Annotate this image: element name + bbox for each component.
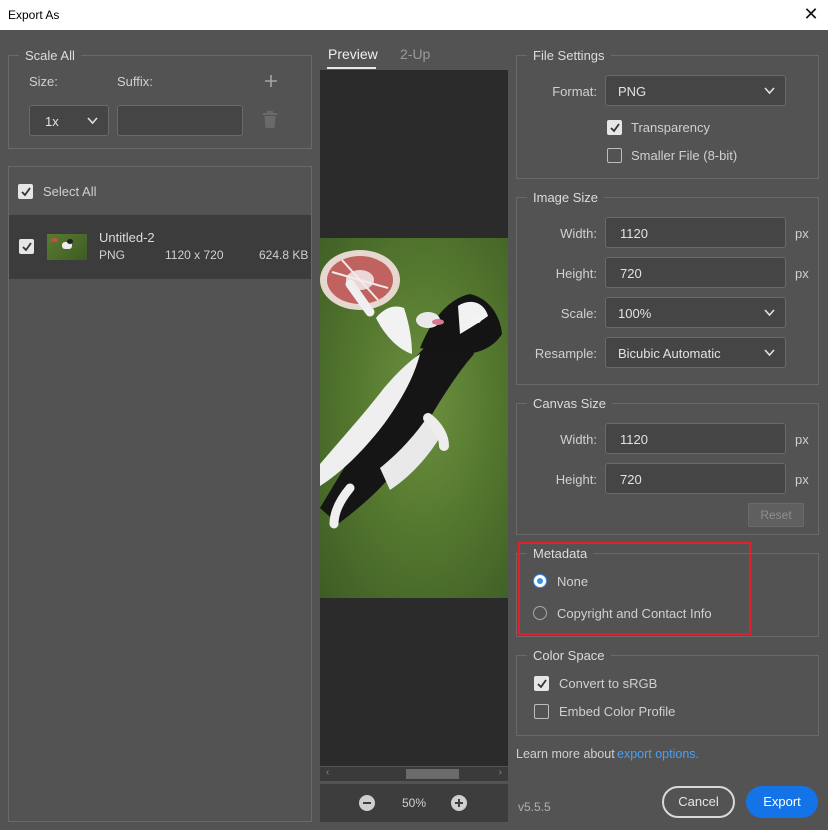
- transparency-checkbox[interactable]: [607, 120, 622, 135]
- color-space-group: Color Space: [516, 648, 819, 736]
- color-space-legend: Color Space: [527, 648, 611, 663]
- convert-srgb-label: Convert to sRGB: [559, 676, 658, 691]
- metadata-copyright-radio[interactable]: [533, 606, 547, 620]
- zoom-level: 50%: [402, 796, 427, 810]
- resample-select-value: Bicubic Automatic: [618, 346, 721, 361]
- cancel-button[interactable]: Cancel: [662, 786, 735, 818]
- scrollbar-thumb[interactable]: [406, 769, 459, 779]
- image-height-label: Height:: [555, 266, 597, 281]
- canvas-height-value: 720: [620, 472, 642, 487]
- select-all-checkbox[interactable]: [18, 184, 33, 199]
- scale-select[interactable]: 100%: [605, 297, 786, 328]
- suffix-label: Suffix:: [117, 74, 153, 89]
- format-select[interactable]: PNG: [605, 75, 786, 106]
- reset-button[interactable]: Reset: [748, 503, 804, 527]
- resample-select[interactable]: Bicubic Automatic: [605, 337, 786, 368]
- file-settings-legend: File Settings: [527, 48, 611, 63]
- size-select[interactable]: 1x: [29, 105, 109, 136]
- export-button-label: Export: [763, 794, 801, 809]
- chevron-down-icon: [87, 117, 98, 125]
- metadata-none-radio[interactable]: [533, 574, 547, 588]
- chevron-down-icon: [764, 309, 775, 317]
- image-size-legend: Image Size: [527, 190, 605, 205]
- window-title: Export As: [8, 8, 60, 22]
- image-height-unit: px: [795, 266, 809, 281]
- embed-profile-checkbox[interactable]: [534, 704, 549, 719]
- title-bar: Export As ✕: [0, 0, 828, 30]
- canvas-width-label: Width:: [560, 432, 597, 447]
- file-size: 624.8 KB: [259, 248, 309, 262]
- image-width-label: Width:: [560, 226, 597, 241]
- canvas-width-unit: px: [795, 432, 809, 447]
- embed-profile-label: Embed Color Profile: [559, 704, 676, 719]
- format-select-value: PNG: [618, 84, 647, 99]
- tab-2up[interactable]: 2-Up: [400, 46, 430, 62]
- file-row-checkbox[interactable]: [19, 239, 34, 254]
- scroll-left-icon[interactable]: ‹: [326, 767, 329, 778]
- canvas-width-value: 1120: [620, 432, 648, 447]
- smaller-file-label: Smaller File (8-bit): [631, 148, 738, 163]
- horizontal-scrollbar[interactable]: ‹ ›: [320, 767, 508, 781]
- scroll-right-icon[interactable]: ›: [499, 767, 502, 778]
- size-label: Size:: [29, 74, 58, 89]
- close-icon[interactable]: ✕: [802, 5, 820, 23]
- file-name: Untitled-2: [99, 230, 155, 245]
- file-row[interactable]: Untitled-2 PNG 1120 x 720 624.8 KB: [9, 215, 311, 279]
- image-width-input[interactable]: 1120: [605, 217, 786, 248]
- suffix-input[interactable]: [117, 105, 243, 136]
- zoom-out-icon[interactable]: [358, 794, 376, 812]
- file-dimensions: 1120 x 720: [165, 248, 224, 262]
- tab-preview-underline: [327, 67, 376, 69]
- file-format: PNG: [99, 248, 126, 262]
- preview-canvas: ‹ ›: [320, 70, 508, 781]
- plus-icon[interactable]: [264, 74, 278, 88]
- canvas-width-input[interactable]: 1120: [605, 423, 786, 454]
- transparency-label: Transparency: [631, 120, 710, 135]
- reset-button-label: Reset: [760, 508, 792, 522]
- format-label: Format:: [552, 84, 597, 99]
- resample-label: Resample:: [534, 346, 597, 361]
- file-thumbnail: [47, 234, 87, 260]
- export-options-link[interactable]: export options.: [617, 747, 699, 761]
- image-height-value: 720: [620, 266, 642, 281]
- chevron-down-icon: [764, 87, 775, 95]
- canvas-size-legend: Canvas Size: [527, 396, 612, 411]
- trash-icon[interactable]: [262, 111, 278, 129]
- version-label: v5.5.5: [518, 800, 551, 814]
- image-height-input[interactable]: 720: [605, 257, 786, 288]
- smaller-file-checkbox[interactable]: [607, 148, 622, 163]
- scale-select-value: 100%: [618, 306, 652, 321]
- canvas-height-label: Height:: [555, 472, 597, 487]
- size-select-value: 1x: [45, 114, 59, 129]
- dog-illustration: [320, 250, 502, 529]
- canvas-height-unit: px: [795, 472, 809, 487]
- scale-all-legend: Scale All: [19, 48, 81, 63]
- preview-image: [320, 238, 508, 598]
- metadata-copyright-label: Copyright and Contact Info: [557, 606, 712, 621]
- canvas-height-input[interactable]: 720: [605, 463, 786, 494]
- image-width-value: 1120: [620, 226, 648, 241]
- chevron-down-icon: [764, 349, 775, 357]
- learn-more-text: Learn more about: [516, 747, 615, 761]
- tab-preview[interactable]: Preview: [328, 46, 378, 62]
- export-button[interactable]: Export: [746, 786, 818, 818]
- cancel-button-label: Cancel: [678, 794, 719, 809]
- select-all-label: Select All: [43, 184, 97, 199]
- metadata-none-label: None: [557, 574, 589, 589]
- zoom-in-icon[interactable]: [450, 794, 468, 812]
- metadata-highlight-box: [518, 542, 751, 635]
- convert-srgb-checkbox[interactable]: [534, 676, 549, 691]
- zoom-bar: 50%: [320, 784, 508, 822]
- scale-label: Scale:: [560, 306, 597, 321]
- image-width-unit: px: [795, 226, 809, 241]
